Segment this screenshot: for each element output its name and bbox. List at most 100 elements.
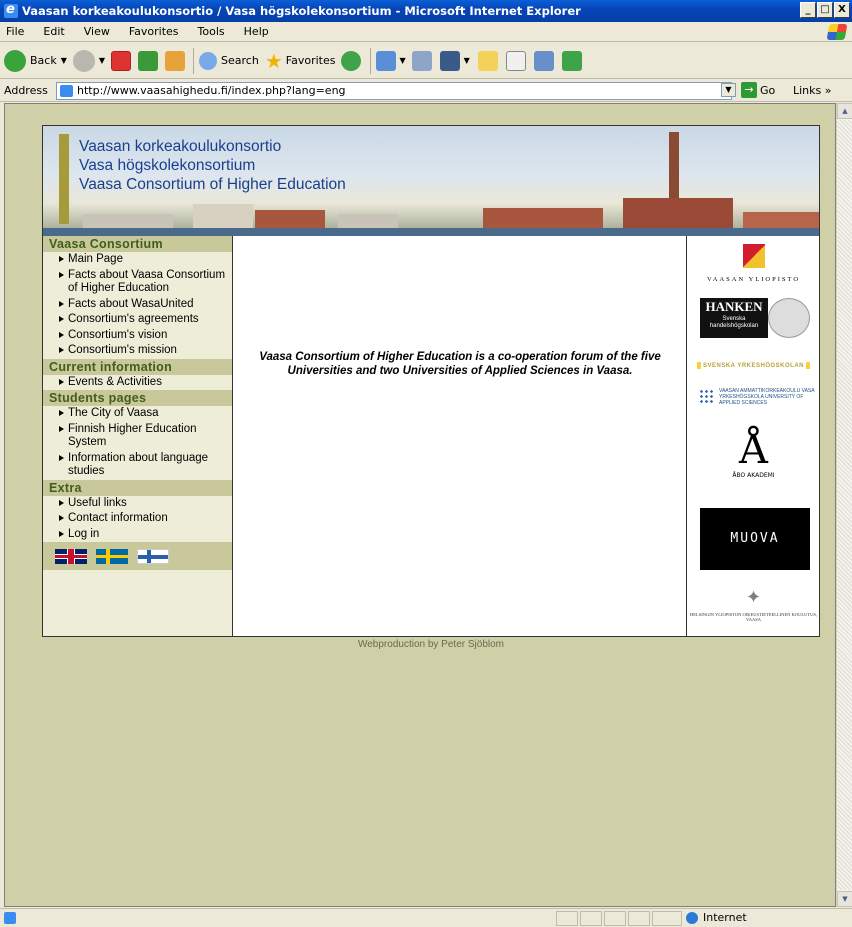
finnish-flag-icon[interactable] <box>137 548 169 564</box>
menu-favorites[interactable]: Favorites <box>129 25 179 38</box>
edit-icon[interactable] <box>439 50 460 71</box>
scroll-thumb[interactable] <box>837 120 852 890</box>
scroll-up-icon[interactable]: ▲ <box>837 103 852 119</box>
mail-icon[interactable] <box>376 50 397 71</box>
vaasan-yliopisto-logo[interactable]: VAASAN YLIOPISTO <box>687 244 820 283</box>
language-flags <box>43 542 232 570</box>
nav-section-extra: Extra <box>43 479 232 496</box>
status-cell <box>580 911 602 926</box>
ie-window: Vaasan korkeakoulukonsortio / Vasa högsk… <box>0 0 852 927</box>
media-icon[interactable] <box>341 50 362 71</box>
folder-icon[interactable] <box>477 50 498 71</box>
banner-title-fi: Vaasan korkeakoulukonsortio <box>79 138 282 155</box>
vertical-scrollbar[interactable]: ▲ ▼ <box>836 103 852 907</box>
address-url: http://www.vaasahighedu.fi/index.php?lan… <box>77 84 346 97</box>
maximize-button[interactable]: □ <box>817 2 833 18</box>
go-label: Go <box>760 83 776 97</box>
nav-facts-consortium[interactable]: Facts about Vaasa Consortium of Higher E… <box>43 268 232 297</box>
research-icon[interactable] <box>505 50 526 71</box>
search-button[interactable]: Search <box>199 51 259 70</box>
edit-dropdown-icon[interactable]: ▼ <box>464 56 470 65</box>
sy-logo-text: SVENSKA YRKESHÖGSKOLAN <box>702 363 804 370</box>
nav-contact[interactable]: Contact information <box>43 511 232 527</box>
contacts-icon[interactable] <box>561 50 582 71</box>
menu-view[interactable]: View <box>84 25 110 38</box>
nav-mission[interactable]: Consortium's mission <box>43 343 232 359</box>
nav-login[interactable]: Log in <box>43 527 232 543</box>
hanken-logo[interactable]: HANKEN Svenska handelshögskolan <box>687 298 820 338</box>
nav-language-studies[interactable]: Information about language studies <box>43 451 232 480</box>
hanken-seal-icon <box>768 298 810 338</box>
nav-agreements[interactable]: Consortium's agreements <box>43 312 232 328</box>
ie-icon <box>4 0 18 21</box>
vamk-logo-text: VAASAN AMMATTIKORKEAKOULU VASA YRKESHÖGS… <box>719 388 815 406</box>
banner-title-sv: Vasa högskolekonsortium <box>79 157 256 174</box>
toolbar-separator <box>370 47 372 74</box>
address-dropdown-icon[interactable]: ▼ <box>721 83 736 97</box>
status-cell <box>604 911 626 926</box>
nav-useful-links[interactable]: Useful links <box>43 496 232 512</box>
mail-dropdown-icon[interactable]: ▼ <box>399 56 405 65</box>
abo-logo-text: ÅBO AKADEMI <box>732 472 775 479</box>
abo-akademi-logo[interactable]: Å ÅBO AKADEMI <box>687 426 820 479</box>
nav-facts-wasaunited[interactable]: Facts about WasaUnited <box>43 297 232 313</box>
home-icon[interactable] <box>165 50 186 71</box>
standard-toolbar: Back ▼ ▼ Search ★ Favorites ▼ ▼ <box>0 43 852 79</box>
hanken-subtitle: Svenska handelshögskolan <box>709 316 759 329</box>
favorites-label: Favorites <box>285 54 336 67</box>
stop-icon[interactable] <box>111 50 132 71</box>
footer-credit: Webproduction by Peter Sjöblom <box>357 639 504 650</box>
back-button[interactable]: Back ▼ <box>4 49 67 72</box>
forward-button[interactable]: ▼ <box>72 49 105 72</box>
messenger-icon[interactable] <box>533 50 554 71</box>
svenska-yrkeshogskolan-logo[interactable]: SVENSKA YRKESHÖGSKOLAN <box>687 362 820 369</box>
nav-section-students: Students pages <box>43 390 232 406</box>
address-label: Address <box>4 84 48 97</box>
forward-dropdown-icon[interactable]: ▼ <box>99 56 105 65</box>
go-arrow-icon: → <box>741 82 757 98</box>
banner-title-en: Vaasa Consortium of Higher Education <box>79 176 346 193</box>
swedish-flag-icon[interactable] <box>96 548 128 564</box>
nav-higher-education[interactable]: Finnish Higher Education System <box>43 422 232 451</box>
sy-bar-icon <box>806 362 811 369</box>
close-button[interactable]: X <box>834 2 850 18</box>
nav-city[interactable]: The City of Vaasa <box>43 406 232 422</box>
menu-file[interactable]: File <box>6 25 24 38</box>
toolbar-separator <box>193 47 195 74</box>
print-icon[interactable] <box>411 50 432 71</box>
address-bar: Address http://www.vaasahighedu.fi/index… <box>0 80 852 102</box>
globe-icon <box>686 911 698 924</box>
refresh-icon[interactable] <box>138 50 159 71</box>
back-label: Back <box>30 54 57 67</box>
title-bar: Vaasan korkeakoulukonsortio / Vasa högsk… <box>0 0 852 22</box>
status-page-icon <box>4 912 16 924</box>
search-icon <box>199 51 218 70</box>
address-input[interactable]: http://www.vaasahighedu.fi/index.php?lan… <box>56 82 732 100</box>
banner-bracket <box>59 134 69 224</box>
vamk-dots-icon <box>699 389 715 405</box>
banner-water <box>43 228 819 236</box>
back-dropdown-icon[interactable]: ▼ <box>61 56 67 65</box>
english-flag-icon[interactable] <box>55 548 87 564</box>
security-zone: Internet <box>686 911 747 924</box>
page-viewport: Vaasan korkeakoulukonsortio Vasa högskol… <box>4 103 836 907</box>
scroll-down-icon[interactable]: ▼ <box>837 891 852 907</box>
nav-events[interactable]: Events & Activities <box>43 375 232 391</box>
go-button[interactable]: → Go <box>741 82 775 98</box>
nav-section-current: Current information <box>43 358 232 375</box>
menu-edit[interactable]: Edit <box>43 25 64 38</box>
vy-emblem-icon <box>742 244 765 268</box>
vamk-logo[interactable]: VAASAN AMMATTIKORKEAKOULU VASA YRKESHÖGS… <box>687 388 820 406</box>
favorites-button[interactable]: ★ Favorites <box>265 49 336 73</box>
nav-main-page[interactable]: Main Page <box>43 252 232 268</box>
menu-tools[interactable]: Tools <box>198 25 225 38</box>
links-button[interactable]: Links » <box>793 84 831 97</box>
minimize-button[interactable]: _ <box>800 2 816 18</box>
muova-logo[interactable]: MUOVA <box>700 508 810 570</box>
abo-glyph-icon: Å <box>739 427 768 473</box>
nav-vision[interactable]: Consortium's vision <box>43 328 232 344</box>
logo-column: VAASAN YLIOPISTO HANKEN Svenska handelsh… <box>686 236 819 636</box>
forward-arrow-icon <box>72 49 95 72</box>
helsinki-university-logo[interactable]: ✦ HELSINGIN YLIOPISTON OIKEUSTIETEELLINE… <box>687 588 820 623</box>
menu-help[interactable]: Help <box>244 25 269 38</box>
